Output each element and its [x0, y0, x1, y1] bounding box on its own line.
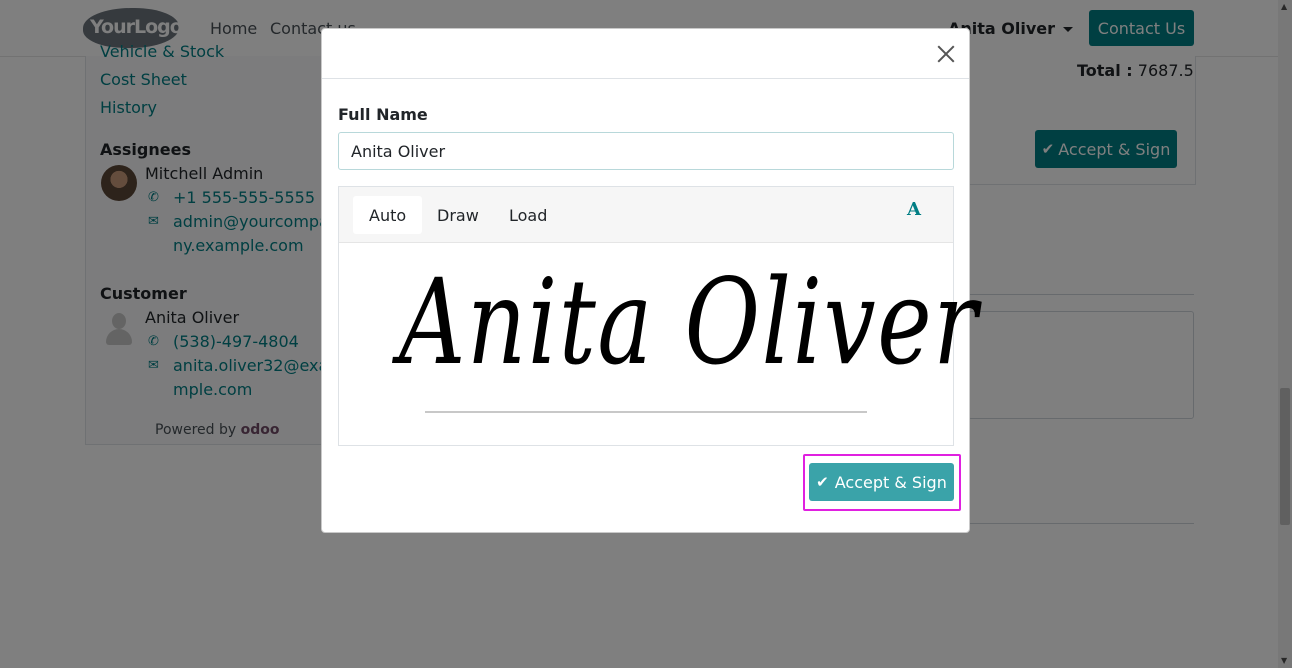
close-icon[interactable]: [934, 42, 958, 66]
signature-preview: Anita Oliver: [399, 253, 979, 391]
accept-sign-button[interactable]: ✔ Accept & Sign: [809, 463, 954, 501]
tab-load[interactable]: Load: [493, 196, 563, 234]
tab-auto[interactable]: Auto: [353, 196, 423, 234]
signature-canvas[interactable]: Anita Oliver: [339, 243, 977, 445]
full-name-input[interactable]: [338, 132, 954, 170]
font-select-icon[interactable]: A: [907, 199, 921, 220]
signature-modal: Full Name Auto Draw Load A Anita Oliver …: [321, 28, 977, 533]
tab-draw[interactable]: Draw: [421, 196, 495, 234]
full-name-label: Full Name: [338, 105, 428, 124]
signature-baseline: [425, 411, 867, 413]
signature-toolbar: Auto Draw Load A: [339, 187, 953, 243]
check-icon: ✔: [816, 473, 829, 491]
accept-sign-label: Accept & Sign: [834, 472, 947, 492]
signature-pad: Auto Draw Load A Anita Oliver: [338, 186, 977, 446]
modal-header: [322, 29, 969, 79]
